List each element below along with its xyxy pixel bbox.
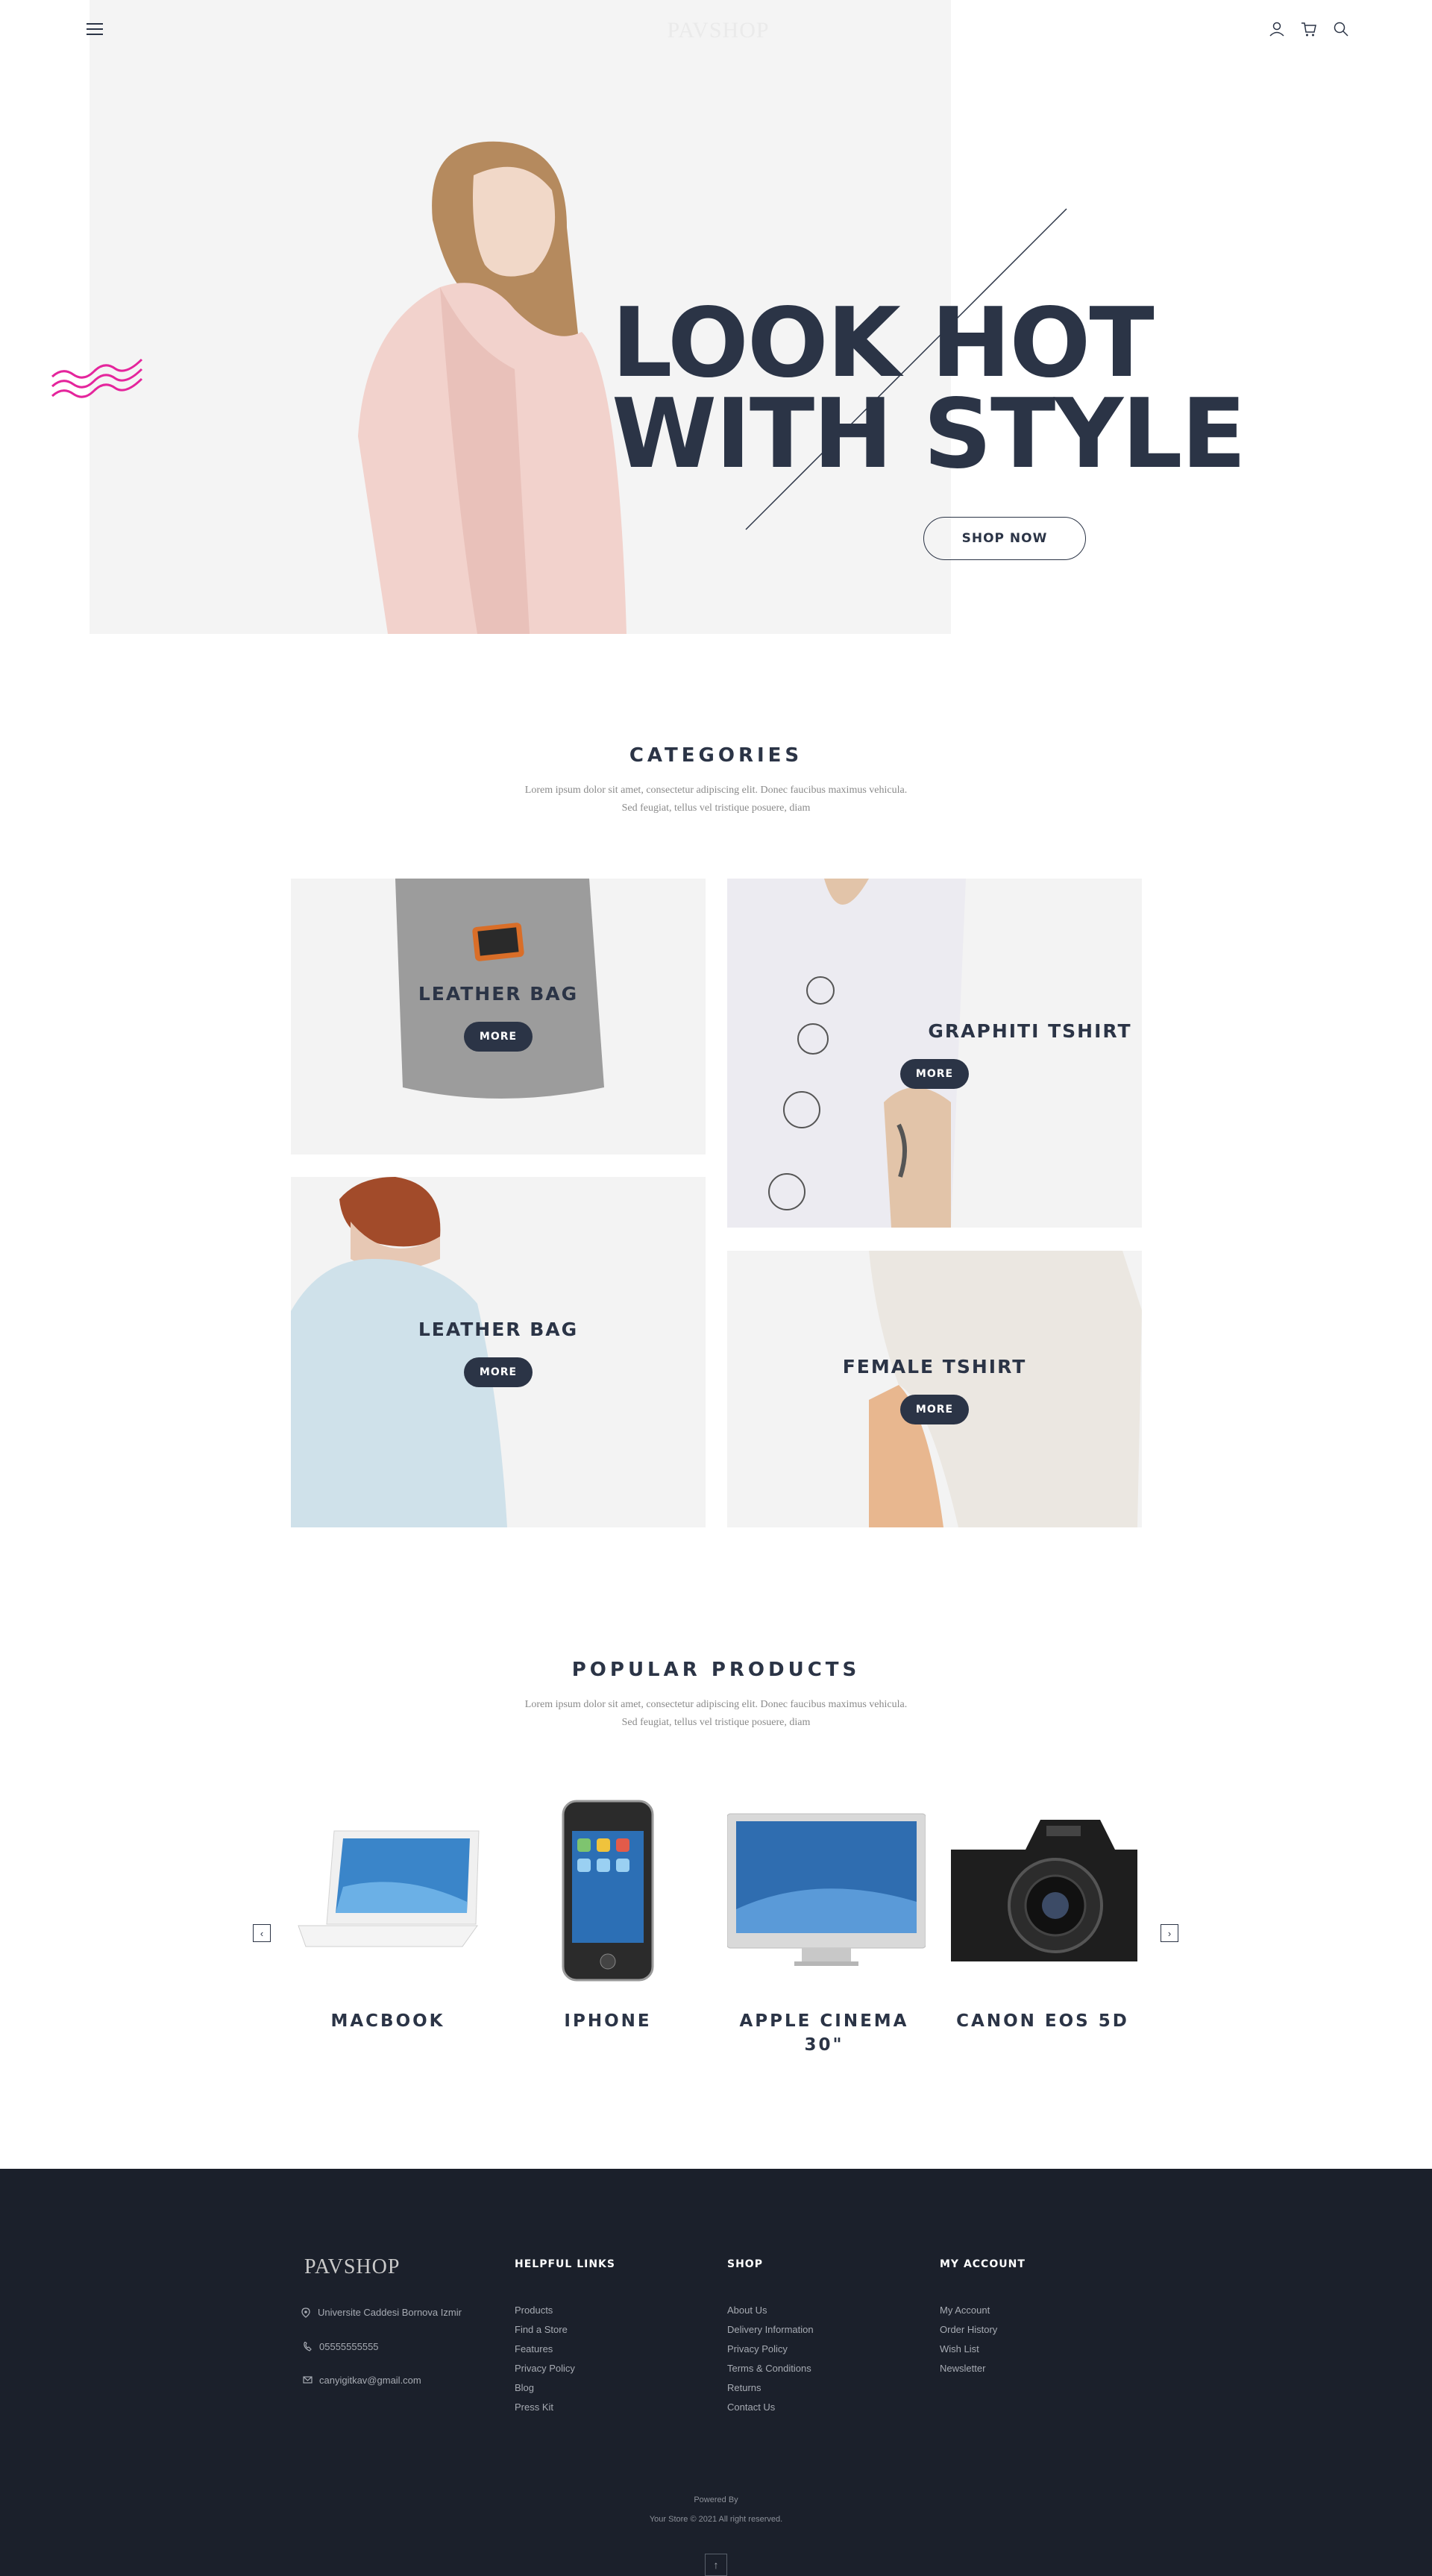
hero-model-image [358,141,626,634]
category-card-leather-bag[interactable]: LEATHER BAG MORE [291,879,706,1155]
footer-link[interactable]: Contact Us [727,2401,775,2413]
product-image-apple-cinema[interactable] [727,1805,926,1969]
hero-title: LOOK HOT WITH STYLE [612,288,1357,490]
footer-powered-by: Powered By [694,2495,738,2504]
footer-link[interactable]: Features [515,2343,553,2354]
footer-link[interactable]: About Us [727,2305,767,2316]
female-tshirt-image [869,1251,1142,1527]
category-label: LEATHER BAG [418,983,579,1005]
footer-link[interactable]: Privacy Policy [515,2363,575,2374]
product-name[interactable]: APPLE CINEMA 30" [727,2009,921,2057]
location-icon [301,2308,310,2318]
footer-link[interactable]: Find a Store [515,2324,568,2335]
hero-title-line1: LOOK HOT [612,288,1155,399]
shop-now-button[interactable]: SHOP NOW [923,517,1086,560]
graphiti-tshirt-image [727,879,966,1228]
footer-shop-title: SHOP [727,2258,763,2270]
footer-link[interactable]: Blog [515,2382,534,2393]
footer-link[interactable]: Press Kit [515,2401,553,2413]
category-card-female-tshirt[interactable]: FEMALE TSHIRT MORE [727,1251,1142,1527]
hero-title-line2: WITH STYLE [612,379,1246,490]
product-name[interactable]: MACBOOK [291,2009,485,2033]
footer-link[interactable]: Returns [727,2382,761,2393]
categories-subtitle: Lorem ipsum dolor sit amet, consectetur … [524,785,908,814]
footer-link[interactable]: Wish List [940,2343,979,2354]
category-more-button[interactable]: MORE [900,1395,969,1424]
footer-link[interactable]: Order History [940,2324,997,2335]
footer-email[interactable]: canyigitkav@gmail.com [303,2375,421,2386]
category-more-button[interactable]: MORE [464,1357,533,1387]
category-card-graphiti-tshirt[interactable]: GRAPHITI TSHIRT MORE [727,879,1142,1228]
product-name[interactable]: IPHONE [511,2009,705,2033]
category-label: LEATHER BAG [418,1319,579,1340]
categories-title: CATEGORIES [629,744,803,767]
footer-address: Universite Caddesi Bornova Izmir [301,2307,462,2318]
category-label: FEMALE TSHIRT [842,1356,1027,1377]
product-image-canon-eos-5d[interactable] [943,1812,1145,1969]
category-card-leather-bag-2[interactable]: LEATHER BAG MORE [291,1177,706,1527]
footer-link[interactable]: Delivery Information [727,2324,814,2335]
products-title: POPULAR PRODUCTS [571,1659,861,1681]
site-logo[interactable]: PAVSHOP [664,18,773,43]
envelope-icon [303,2376,313,2384]
chevron-right-icon[interactable]: › [1161,1924,1178,1942]
footer-logo[interactable]: PAVSHOP [304,2255,400,2279]
category-more-button[interactable]: MORE [900,1059,969,1089]
footer-link[interactable]: Products [515,2305,553,2316]
cart-icon[interactable] [1300,20,1318,38]
product-image-macbook[interactable] [291,1790,485,1969]
footer-phone: 05555555555 [304,2341,379,2352]
products-subtitle: Lorem ipsum dolor sit amet, consectetur … [524,1699,908,1728]
category-more-button[interactable]: MORE [464,1022,533,1052]
category-label: GRAPHITI TSHIRT [928,1020,1132,1042]
footer-copyright: Your Store © 2021 All right reserved. [649,2515,783,2524]
product-image-iphone[interactable] [544,1797,671,1984]
footer-link[interactable]: Newsletter [940,2363,985,2374]
search-icon[interactable] [1332,20,1350,38]
footer-link[interactable]: My Account [940,2305,990,2316]
decorative-wave-icon [51,358,143,398]
user-icon[interactable] [1268,20,1286,38]
product-name[interactable]: CANON EOS 5D [946,2009,1140,2033]
chevron-left-icon[interactable]: ‹ [253,1924,271,1942]
menu-icon[interactable] [87,23,103,35]
footer-helpful-links-title: HELPFUL LINKS [515,2258,615,2270]
back-to-top-arrow-icon[interactable]: ↑ [705,2554,727,2576]
footer-my-account-title: MY ACCOUNT [940,2258,1026,2270]
phone-icon [304,2342,312,2352]
footer-link[interactable]: Privacy Policy [727,2343,788,2354]
woman-jacket-image [291,1177,507,1527]
footer-link[interactable]: Terms & Conditions [727,2363,811,2374]
